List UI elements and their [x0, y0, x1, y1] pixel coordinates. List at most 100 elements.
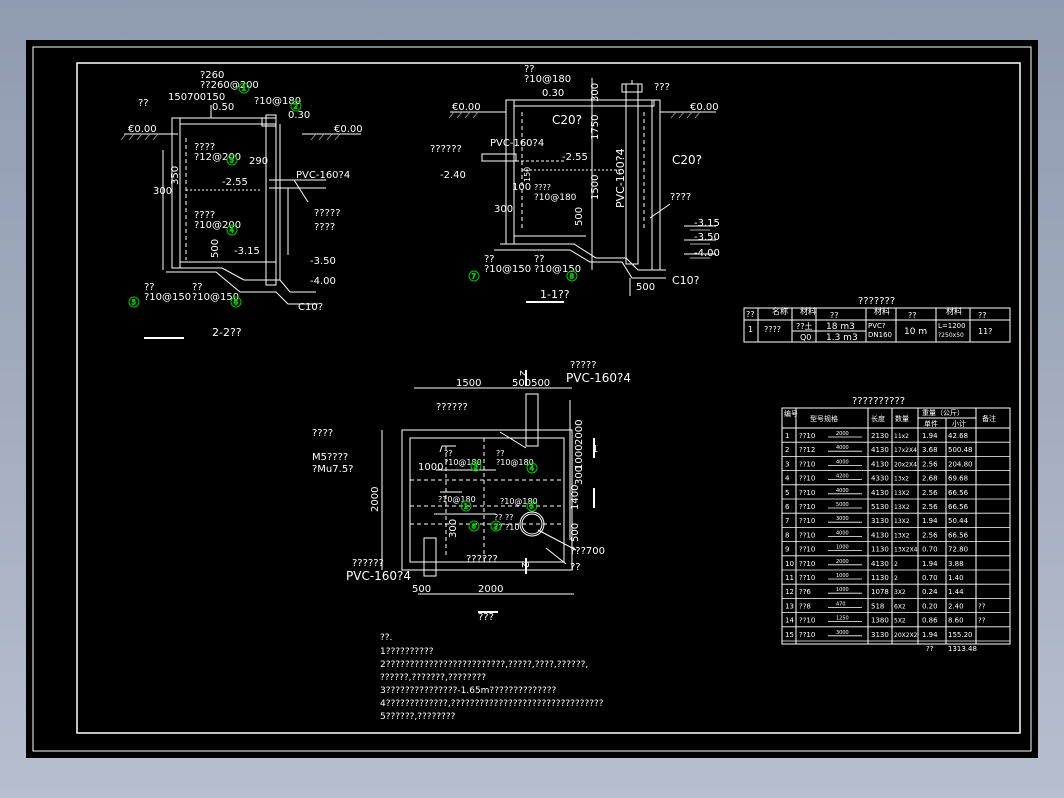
marker-label: 3	[474, 463, 478, 471]
label: ?10@150	[484, 264, 531, 275]
label: €0.00	[452, 102, 481, 113]
table-cell: 18 m3	[826, 322, 855, 332]
table-cell: 0.20	[922, 602, 938, 610]
table-title: ??????????	[852, 396, 905, 407]
table-cell: ??10	[799, 631, 815, 639]
table-cell: 2	[894, 561, 898, 568]
table-cell: 13X2	[894, 490, 910, 497]
label: 150	[523, 167, 532, 182]
table-cell: 1130	[871, 574, 889, 582]
label: 300	[590, 83, 601, 102]
marker-label: 1	[242, 85, 246, 93]
table-header: 编号	[784, 409, 798, 418]
table-cell: 8.60	[948, 617, 964, 625]
table-cell: 3130	[871, 517, 889, 525]
table-cell: 4130	[871, 460, 889, 468]
table-cell: 1.3 m3	[826, 333, 858, 343]
table-cell: ??	[978, 617, 986, 625]
table-cell: 4130	[871, 446, 889, 454]
table-cell: 1.94	[922, 560, 938, 568]
table-cell: 1.94	[922, 631, 938, 639]
table-cell: 4000	[836, 459, 849, 465]
table-cell: 4130	[871, 489, 889, 497]
table-cell: 5	[785, 489, 789, 497]
table-cell: ??10	[799, 475, 815, 483]
label: €0.00	[690, 102, 719, 113]
label: ?10@180	[534, 193, 577, 203]
table-cell: 15	[785, 631, 794, 639]
table-cell: 3000	[836, 630, 849, 636]
label: -3.50	[694, 232, 720, 243]
table-header: 单件	[924, 419, 938, 428]
label: ?10@150	[534, 264, 581, 275]
table-header: ??	[746, 310, 755, 319]
table-header: 备注	[982, 414, 996, 423]
label: -2.55	[222, 177, 248, 188]
table-cell: 1.40	[948, 574, 964, 582]
label: ????	[670, 192, 691, 203]
table-cell: ??8	[799, 602, 811, 610]
label: PVC-160?4	[566, 371, 631, 385]
table-cell: ??	[978, 602, 986, 610]
cad-viewport[interactable]: ?260 ??260@200 150700150 ?? 0.50 ?10@180…	[26, 40, 1038, 758]
label: 500	[570, 523, 581, 542]
table-cell: ??10	[799, 489, 815, 497]
label: 500	[636, 282, 655, 293]
label: 500	[210, 239, 221, 258]
table-cell: 3.68	[922, 446, 938, 454]
material-table: ??????? ?? 名称 材料 ?? 材料 ?? 材料 ?? 1 ???? ?…	[743, 296, 1011, 343]
table-cell: ????	[764, 325, 781, 334]
label: 2	[519, 562, 530, 568]
table-cell: 1	[748, 325, 753, 334]
table-cell: 2	[785, 446, 789, 454]
label: 1750	[590, 115, 601, 140]
table-header: 重量（公斤）	[922, 408, 964, 417]
table-cell: 4200	[836, 474, 849, 480]
table-cell: 204.80	[948, 460, 973, 468]
table-header: 材料	[800, 306, 816, 316]
rebar-table: ?????????? 编号 型号规格 长度 数量 重量（公斤） 单件 小计 备注…	[781, 396, 1011, 653]
table-cell: 5000	[836, 502, 849, 508]
marker-label: 7	[472, 273, 476, 281]
table-cell: 1380	[871, 617, 889, 625]
table-cell: ??12	[799, 446, 815, 454]
table-cell: 4130	[871, 531, 889, 539]
label: ???700	[570, 546, 605, 557]
table-cell: ??10	[799, 546, 815, 554]
label: 1400	[570, 485, 581, 510]
table-cell: 0.70	[922, 546, 938, 554]
label: 2000	[478, 584, 503, 595]
label: ????	[534, 183, 551, 192]
table-cell: ??10	[799, 617, 815, 625]
table-cell: 4000	[836, 488, 849, 494]
table-cell: 13X2	[894, 532, 910, 539]
table-cell: 4330	[871, 475, 889, 483]
table-cell: 3130	[871, 631, 889, 639]
note-line: 1??????????	[380, 647, 434, 657]
table-cell: 42.68	[948, 432, 968, 440]
marker-label: 5	[132, 299, 136, 307]
table-cell: 11x2	[894, 433, 909, 440]
table-cell: 1000	[836, 587, 849, 593]
table-cell: 10	[785, 560, 794, 568]
label: PVC-160?4	[614, 148, 627, 208]
marker-label: 4	[230, 227, 235, 235]
table-cell: 13X2	[894, 504, 910, 511]
table-cell: 8	[785, 531, 789, 539]
table-cell: ??10	[799, 503, 815, 511]
label: -3.50	[310, 256, 336, 267]
table-cell: 3.88	[948, 560, 964, 568]
label: 1500	[590, 175, 601, 200]
table-cell: 0.86	[922, 617, 938, 625]
table-cell: 3	[785, 460, 789, 468]
label: 100	[512, 182, 531, 193]
table-header: 长度	[871, 414, 885, 423]
label: 350	[170, 166, 181, 185]
table-header: ??	[830, 311, 839, 320]
table-cell: 2000	[836, 559, 849, 565]
marker-label: 4	[530, 465, 535, 473]
table-cell: 5130	[871, 503, 889, 511]
table-cell: 12	[785, 588, 794, 596]
label: -2.55	[562, 152, 588, 163]
table-cell: 1.44	[948, 588, 964, 596]
